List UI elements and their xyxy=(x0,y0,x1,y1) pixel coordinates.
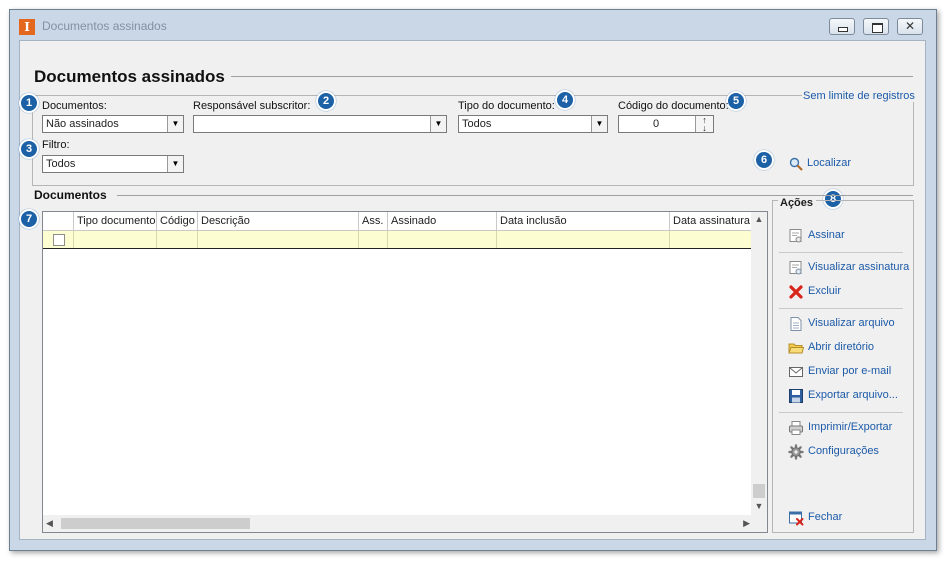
table-cell xyxy=(359,231,388,248)
table-cell xyxy=(388,231,497,248)
file-icon xyxy=(790,317,802,331)
maximize-icon xyxy=(864,19,888,34)
horizontal-scrollbar[interactable]: ◀ ▶ xyxy=(43,515,753,532)
app-logo-icon: I xyxy=(19,19,35,35)
documents-filter-value: Não assinados xyxy=(46,118,119,130)
record-limit-link[interactable]: Sem limite de registros xyxy=(802,90,916,102)
save-icon xyxy=(789,389,803,403)
view-file-label: Visualizar arquivo xyxy=(808,317,895,329)
grid-header: Tipo documento Código Descrição Ass. Ass… xyxy=(43,212,753,231)
chevron-down-icon[interactable]: ▼ xyxy=(167,156,183,172)
table-cell xyxy=(497,231,670,248)
chevron-down-icon[interactable]: ▼ xyxy=(430,116,446,132)
close-label: Fechar xyxy=(808,511,843,523)
column-header[interactable]: Tipo documento xyxy=(74,212,157,230)
folder-icon xyxy=(788,343,804,354)
actions-title: Ações xyxy=(778,197,817,209)
actions-divider xyxy=(779,412,903,413)
callout-badge-6: 6 xyxy=(754,150,774,170)
callout-badge-1: 1 xyxy=(19,93,39,113)
delete-label: Excluir xyxy=(808,285,842,297)
row-checkbox[interactable] xyxy=(53,234,65,246)
subscriber-label: Responsável subscritor: xyxy=(193,100,311,112)
close-icon: ✕ xyxy=(904,19,916,33)
callout-badge-3: 3 xyxy=(19,139,39,159)
printer-icon xyxy=(789,421,803,435)
main-window: I Documentos assinados ✕ Documentos assi… xyxy=(9,9,937,551)
maximize-button[interactable] xyxy=(863,18,889,35)
filter-value: Todos xyxy=(46,158,76,170)
open-directory-label: Abrir diretório xyxy=(808,341,875,353)
column-header[interactable]: Ass. xyxy=(359,212,388,230)
document-code-stepper[interactable]: 0 ↑ ↓ xyxy=(618,115,714,133)
table-cell xyxy=(198,231,359,248)
document-type-select[interactable]: Todos ▼ xyxy=(458,115,608,133)
filter-select[interactable]: Todos ▼ xyxy=(42,155,184,173)
chevron-down-icon[interactable]: ▼ xyxy=(591,116,607,132)
column-header[interactable]: Data inclusão xyxy=(497,212,670,230)
column-header[interactable]: Código xyxy=(157,212,198,230)
row-select-cell xyxy=(43,231,74,248)
close-window-icon xyxy=(789,511,804,526)
gear-icon xyxy=(788,444,804,460)
window-client-area: Documentos assinados Sem limite de regis… xyxy=(19,40,926,540)
window-title: Documentos assinados xyxy=(42,19,167,33)
callout-badge-5: 5 xyxy=(726,91,746,111)
minimize-icon xyxy=(830,19,854,34)
minimize-button[interactable] xyxy=(829,18,855,35)
filter-label: Filtro: xyxy=(42,139,70,151)
print-export-label: Imprimir/Exportar xyxy=(808,421,893,433)
export-file-label: Exportar arquivo... xyxy=(808,389,898,401)
page-title: Documentos assinados xyxy=(34,67,225,86)
scroll-left-icon[interactable]: ◀ xyxy=(46,518,53,529)
document-type-value: Todos xyxy=(462,118,492,130)
documents-divider xyxy=(117,195,913,196)
spin-arrows-icon[interactable]: ↑ ↓ xyxy=(695,116,713,133)
documents-grid[interactable]: Tipo documento Código Descrição Ass. Ass… xyxy=(42,211,768,533)
callout-badge-2: 2 xyxy=(316,91,336,111)
view-signature-icon xyxy=(789,261,802,275)
column-header[interactable]: Data assinatura xyxy=(670,212,753,230)
email-icon xyxy=(789,367,803,377)
scrollbar-corner xyxy=(751,515,767,532)
close-window-button[interactable]: ✕ xyxy=(897,18,923,35)
table-cell xyxy=(74,231,157,248)
callout-badge-4: 4 xyxy=(555,90,575,110)
actions-divider xyxy=(779,308,903,309)
title-bar[interactable]: I Documentos assinados ✕ xyxy=(10,10,936,40)
column-header[interactable]: Descrição xyxy=(198,212,359,230)
documents-section-title: Documentos xyxy=(34,188,107,202)
documents-filter-select[interactable]: Não assinados ▼ xyxy=(42,115,184,133)
callout-badge-7: 7 xyxy=(19,209,39,229)
horizontal-scroll-thumb[interactable] xyxy=(61,518,250,529)
title-divider xyxy=(231,76,913,77)
delete-icon xyxy=(789,285,803,299)
actions-divider xyxy=(779,252,903,253)
chevron-down-icon[interactable]: ▼ xyxy=(167,116,183,132)
send-email-label: Enviar por e-mail xyxy=(808,365,892,377)
sign-label: Assinar xyxy=(808,229,845,241)
scroll-up-icon[interactable]: ▲ xyxy=(751,214,767,224)
vertical-scroll-thumb[interactable] xyxy=(753,484,765,498)
view-signature-label: Visualizar assinatura xyxy=(808,261,910,273)
table-cell xyxy=(157,231,198,248)
scroll-down-icon[interactable]: ▼ xyxy=(751,501,767,511)
table-cell xyxy=(670,231,753,248)
document-code-value: 0 xyxy=(652,118,660,130)
subscriber-select[interactable]: ▼ xyxy=(193,115,447,133)
scroll-right-icon[interactable]: ▶ xyxy=(743,518,750,529)
sign-icon xyxy=(789,229,802,243)
column-header[interactable]: Assinado xyxy=(388,212,497,230)
settings-label: Configurações xyxy=(808,445,879,457)
search-icon xyxy=(789,157,803,171)
table-row[interactable] xyxy=(43,231,753,249)
document-code-label: Código do documento: xyxy=(618,100,729,112)
grid-header-checkbox-column xyxy=(43,212,74,230)
document-type-label: Tipo do documento: xyxy=(458,100,555,112)
vertical-scrollbar[interactable]: ▲ ▼ xyxy=(751,212,767,515)
find-label: Localizar xyxy=(807,157,852,169)
documents-filter-label: Documentos: xyxy=(42,100,107,112)
